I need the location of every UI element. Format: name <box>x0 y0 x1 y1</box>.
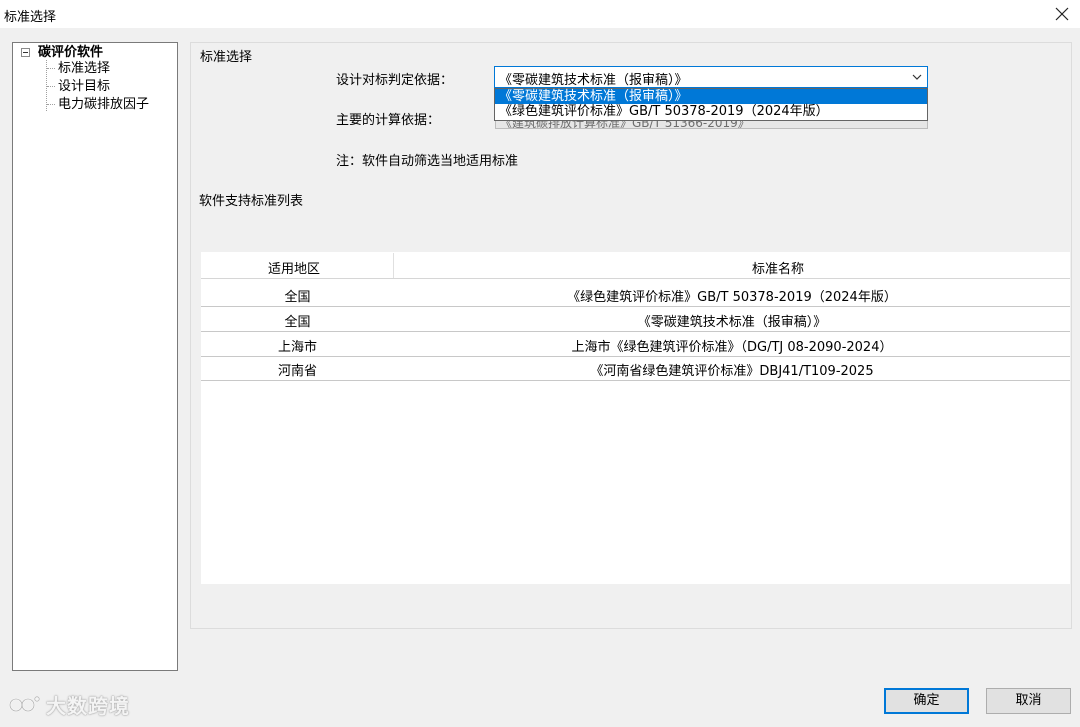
cell-standard-name: 《零碳建筑技术标准（报审稿）》 <box>637 315 827 330</box>
nav-tree: 碳评价软件 标准选择 设计目标 电力碳排放因子 <box>12 42 178 671</box>
dropdown-option[interactable]: 《零碳建筑技术标准（报审稿）》 <box>495 89 927 104</box>
cell-region: 全国 <box>284 290 311 305</box>
table-row[interactable]: 上海市 上海市《绿色建筑评价标准》（DG/TJ 08-2090-2024） <box>201 332 1070 357</box>
close-button[interactable] <box>1044 0 1080 28</box>
title-bar: 标准选择 <box>0 0 1080 28</box>
tree-root[interactable]: 碳评价软件 <box>21 44 103 61</box>
window-title: 标准选择 <box>4 10 57 25</box>
tree-connector <box>47 86 55 87</box>
cell-region: 河南省 <box>277 364 317 379</box>
tree-item-design-target[interactable]: 设计目标 <box>58 78 110 95</box>
standard-list-title: 软件支持标准列表 <box>199 194 304 209</box>
table-row[interactable]: 全国 《零碳建筑技术标准（报审稿）》 <box>201 307 1070 332</box>
tree-item-power-emission-factor[interactable]: 电力碳排放因子 <box>58 96 149 113</box>
close-icon <box>1055 7 1069 21</box>
standards-table: 适用地区 标准名称 全国 《绿色建筑评价标准》GB/T 50378-2019（2… <box>201 252 1070 584</box>
tree-root-label: 碳评价软件 <box>38 45 104 60</box>
cell-standard-name: 《绿色建筑评价标准》GB/T 50378-2019（2024年版） <box>567 290 897 305</box>
table-header: 适用地区 标准名称 <box>201 252 1070 279</box>
auto-filter-note: 注：软件自动筛选当地适用标准 <box>336 154 519 169</box>
design-basis-value: 《零碳建筑技术标准（报审稿）》 <box>499 73 688 88</box>
tree-connector <box>47 104 55 105</box>
design-basis-label: 设计对标判定依据： <box>336 73 454 88</box>
watermark-text: 大数跨境 <box>46 694 130 718</box>
cell-standard-name: 《河南省绿色建筑评价标准》DBJ41/T109-2025 <box>590 364 874 379</box>
tree-collapse-icon[interactable] <box>21 48 30 57</box>
cell-region: 全国 <box>284 315 311 330</box>
ok-button[interactable]: 确定 <box>884 688 969 714</box>
table-row[interactable]: 全国 《绿色建筑评价标准》GB/T 50378-2019（2024年版） <box>201 282 1070 307</box>
cell-standard-name: 上海市《绿色建筑评价标准》（DG/TJ 08-2090-2024） <box>571 340 893 355</box>
tree-connector <box>47 68 55 69</box>
column-header-name[interactable]: 标准名称 <box>752 258 804 277</box>
watermark: 大数跨境 <box>8 690 130 719</box>
group-title: 标准选择 <box>200 50 253 65</box>
column-divider[interactable] <box>393 253 394 278</box>
cell-region: 上海市 <box>277 340 317 355</box>
column-header-region[interactable]: 适用地区 <box>268 258 320 277</box>
dropdown-option[interactable]: 《绿色建筑评价标准》GB/T 50378-2019（2024年版） <box>495 104 927 119</box>
design-basis-select[interactable]: 《零碳建筑技术标准（报审稿）》 <box>494 66 928 88</box>
watermark-logo-icon <box>8 695 40 712</box>
chevron-down-icon[interactable] <box>911 70 923 84</box>
cancel-button[interactable]: 取消 <box>986 688 1071 714</box>
table-row[interactable]: 河南省 《河南省绿色建筑评价标准》DBJ41/T109-2025 <box>201 356 1070 381</box>
tree-item-standard-selection[interactable]: 标准选择 <box>58 60 110 77</box>
calc-basis-label: 主要的计算依据： <box>336 113 441 128</box>
design-basis-dropdown: 《零碳建筑技术标准（报审稿）》 《绿色建筑评价标准》GB/T 50378-201… <box>494 88 928 121</box>
